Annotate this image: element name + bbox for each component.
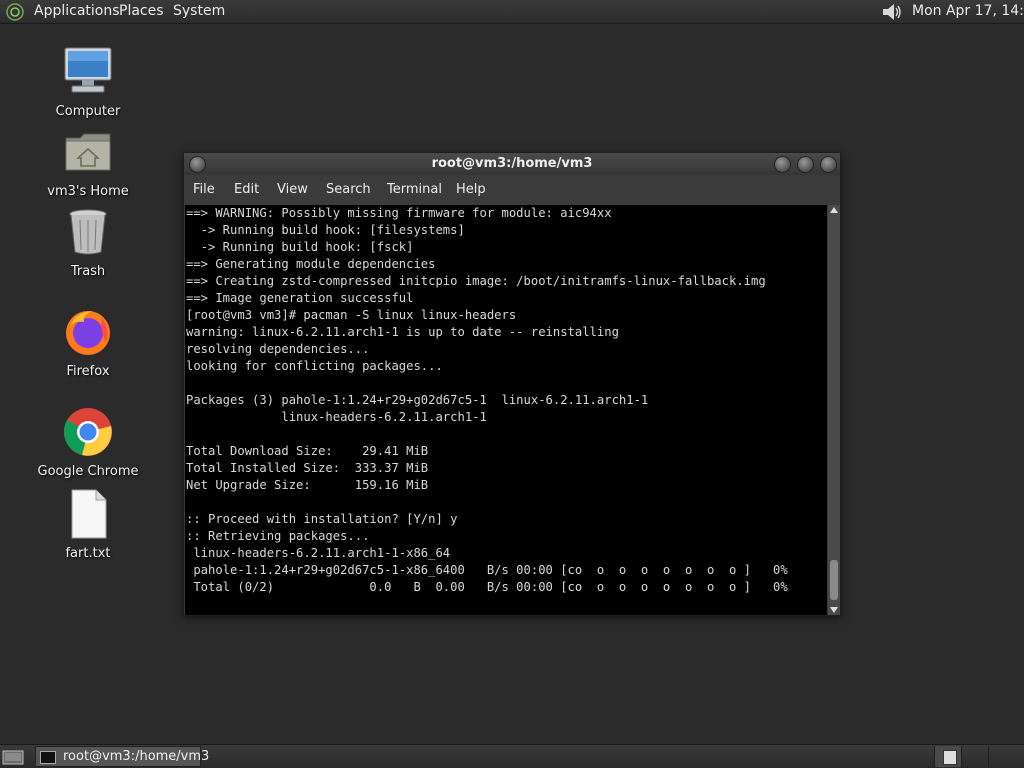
terminal-line: linux-headers-6.2.11.arch1-1-x86_64 bbox=[186, 546, 451, 560]
taskbar-button-terminal[interactable]: root@vm3:/home/vm3 bbox=[35, 746, 209, 767]
terminal-line: :: Retrieving packages... bbox=[186, 529, 370, 543]
terminal-line: ==> WARNING: Possibly missing firmware f… bbox=[186, 206, 612, 220]
home-folder-icon bbox=[65, 133, 111, 171]
applications-menu[interactable]: Applications bbox=[34, 3, 120, 19]
window-titlebar[interactable]: root@vm3:/home/vm3 bbox=[184, 153, 840, 175]
terminal-line: looking for conflicting packages... bbox=[186, 359, 443, 373]
show-desktop-icon[interactable] bbox=[2, 748, 24, 766]
scroll-down-icon[interactable] bbox=[830, 607, 838, 613]
scroll-up-icon[interactable] bbox=[830, 207, 838, 213]
terminal-scrollbar[interactable] bbox=[828, 205, 840, 615]
trash-icon bbox=[69, 209, 107, 255]
places-menu[interactable]: Places bbox=[119, 3, 164, 19]
terminal-line: Total Download Size: 29.41 MiB bbox=[186, 444, 429, 458]
menu-terminal[interactable]: Terminal bbox=[387, 182, 442, 197]
workspace-2[interactable] bbox=[961, 746, 988, 767]
terminal-line: :: Proceed with installation? [Y/n] y bbox=[186, 512, 458, 526]
desktop-icon-computer[interactable]: Computer bbox=[28, 46, 148, 119]
speaker-icon[interactable] bbox=[880, 2, 904, 22]
terminal-line: -> Running build hook: [fsck] bbox=[186, 240, 414, 254]
top-panel: Applications Places System Mon Apr 17, 1… bbox=[0, 0, 1024, 24]
desktop-icon-label: Computer bbox=[55, 104, 121, 119]
workspace-window-thumb bbox=[943, 750, 957, 765]
menu-view[interactable]: View bbox=[277, 182, 308, 197]
workspace-3[interactable] bbox=[988, 746, 1015, 767]
menu-help[interactable]: Help bbox=[456, 182, 486, 197]
desktop-icon-trash[interactable]: Trash bbox=[28, 206, 148, 279]
terminal-window[interactable]: root@vm3:/home/vm3 File Edit View Search… bbox=[183, 152, 841, 616]
terminal-icon bbox=[40, 751, 56, 764]
window-title: root@vm3:/home/vm3 bbox=[431, 156, 593, 171]
clock[interactable]: Mon Apr 17, 14:14 bbox=[912, 3, 1024, 19]
computer-icon bbox=[64, 47, 112, 93]
desktop-icon-label: Trash bbox=[70, 264, 106, 279]
terminal-line: Total Installed Size: 333.37 MiB bbox=[186, 461, 429, 475]
desktop-icon-label: Google Chrome bbox=[37, 464, 139, 479]
terminal-line: ==> Image generation successful bbox=[186, 291, 414, 305]
terminal-line: Packages (3) pahole-1:1.24+r29+g02d67c5-… bbox=[186, 393, 649, 407]
close-icon[interactable] bbox=[820, 156, 837, 173]
terminal-line: Net Upgrade Size: 159.16 MiB bbox=[186, 478, 429, 492]
terminal-line: Total (0/2) 0.0 B 0.00 B/s 00:00 [co o o… bbox=[186, 580, 788, 594]
system-menu[interactable]: System bbox=[173, 3, 225, 19]
desktop-icon-chrome[interactable]: Google Chrome bbox=[28, 406, 148, 479]
terminal-line: [root@vm3 vm3]# pacman -S linux linux-he… bbox=[186, 308, 517, 322]
terminal-line: warning: linux-6.2.11.arch1-1 is up to d… bbox=[186, 325, 619, 339]
menu-search[interactable]: Search bbox=[326, 182, 371, 197]
terminal-line: linux-headers-6.2.11.arch1-1 bbox=[186, 410, 487, 424]
desktop-icon-firefox[interactable]: Firefox bbox=[28, 306, 148, 379]
distro-logo-icon[interactable] bbox=[6, 3, 24, 21]
firefox-icon bbox=[66, 311, 110, 355]
maximize-icon[interactable] bbox=[797, 156, 814, 173]
desktop-icon-label: fart.txt bbox=[65, 546, 111, 561]
menu-file[interactable]: File bbox=[193, 182, 215, 197]
terminal-line: pahole-1:1.24+r29+g02d67c5-1-x86_6400 B/… bbox=[186, 563, 788, 577]
terminal-line: ==> Generating module dependencies bbox=[186, 257, 436, 271]
workspace-1[interactable] bbox=[934, 746, 961, 767]
terminal-line: resolving dependencies... bbox=[186, 342, 370, 356]
minimize-icon[interactable] bbox=[774, 156, 791, 173]
scrollbar-thumb[interactable] bbox=[830, 560, 838, 600]
taskbar-button-label: root@vm3:/home/vm3 bbox=[63, 749, 210, 764]
desktop-icon-home[interactable]: vm3's Home bbox=[28, 126, 148, 199]
terminal-line: -> Running build hook: [filesystems] bbox=[186, 223, 465, 237]
desktop-icon-textfile[interactable]: fart.txt bbox=[28, 488, 148, 561]
chrome-icon bbox=[63, 408, 112, 456]
menu-edit[interactable]: Edit bbox=[234, 182, 259, 197]
bottom-panel: root@vm3:/home/vm3 bbox=[0, 744, 1024, 768]
terminal-menubar: File Edit View Search Terminal Help bbox=[184, 177, 840, 203]
desktop-icon-label: Firefox bbox=[66, 364, 110, 379]
terminal-output[interactable]: ==> WARNING: Possibly missing firmware f… bbox=[185, 205, 827, 615]
text-file-icon bbox=[71, 489, 107, 539]
terminal-line: ==> Creating zstd-compressed initcpio im… bbox=[186, 274, 766, 288]
desktop-icon-label: vm3's Home bbox=[47, 184, 129, 199]
